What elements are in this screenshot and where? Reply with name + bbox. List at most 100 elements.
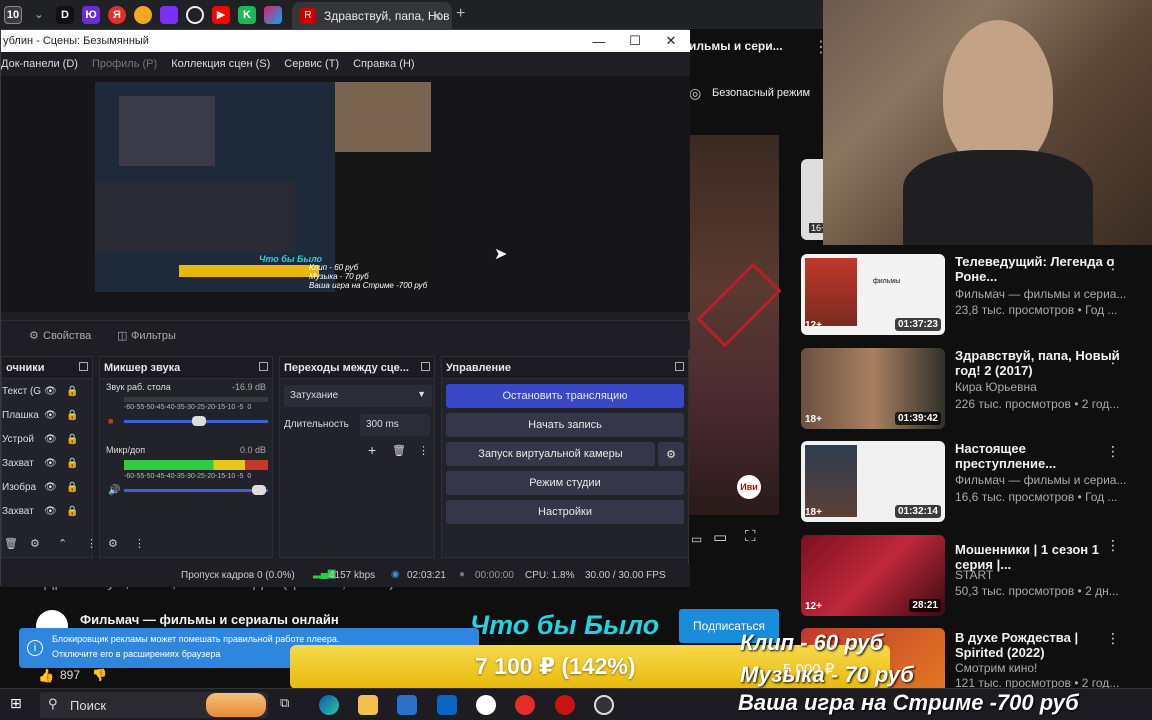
menu-scene-collection[interactable]: Коллекция сцен (S)	[171, 58, 270, 70]
virtual-camera-button[interactable]: Запуск виртуальной камеры	[446, 442, 655, 466]
more-vert-icon[interactable]: ⋮	[1106, 443, 1120, 460]
source-item[interactable]: Устрой 👁 🔒	[2, 427, 92, 451]
pinned-tab-circle[interactable]	[134, 5, 152, 24]
more-vert-icon[interactable]: ⋮	[86, 537, 97, 550]
new-tab-icon[interactable]: +	[456, 5, 465, 23]
lock-icon[interactable]: 🔒	[66, 458, 78, 469]
dislike-icon[interactable]: 👎	[92, 668, 107, 682]
eye-icon[interactable]: 👁	[44, 386, 57, 397]
lock-icon[interactable]: 🔒	[66, 434, 78, 445]
filters-button[interactable]: Фильтры	[131, 330, 176, 342]
obs-icon[interactable]	[594, 695, 614, 715]
gear-icon[interactable]: ⚙	[658, 442, 684, 466]
task-view-icon[interactable]: ⧉	[280, 695, 300, 715]
minimize-icon[interactable]: —	[581, 30, 617, 52]
pinned-tab-d[interactable]: D	[56, 5, 74, 24]
taskbar-search[interactable]: ⚲ Поиск	[40, 692, 268, 718]
source-item[interactable]: Захват 👁 🔒	[2, 451, 92, 475]
stop-stream-button[interactable]: Остановить трансляцию	[446, 384, 684, 408]
slider-handle[interactable]	[252, 485, 266, 495]
mixer-settings-icon[interactable]: ⚙	[108, 537, 118, 550]
pinned-tab-k[interactable]: K	[238, 5, 256, 24]
lock-icon[interactable]: 🔒	[66, 386, 78, 397]
source-item[interactable]: Плашка 👁 🔒	[2, 403, 92, 427]
maximize-icon[interactable]: ☐	[617, 30, 653, 52]
pinned-tab-purple[interactable]	[160, 5, 178, 24]
lock-icon[interactable]: 🔒	[66, 482, 78, 493]
chevron-up-icon[interactable]: ⌃	[58, 537, 67, 550]
menu-docks[interactable]: Док-панели (D)	[1, 58, 78, 70]
pinned-tab-clock[interactable]	[186, 5, 204, 24]
yandex-browser-icon[interactable]	[476, 695, 496, 715]
explorer-icon[interactable]	[358, 695, 378, 715]
more-vert-icon[interactable]: ⋮	[1106, 630, 1120, 647]
gear-icon[interactable]: ⚙	[30, 537, 40, 550]
video-player-fragment[interactable]: Иви	[689, 135, 782, 515]
more-vert-icon[interactable]: ⋮	[1106, 537, 1120, 554]
safe-mode-label[interactable]: Безопасный режим	[712, 87, 810, 99]
channel-2-volume-slider[interactable]	[124, 489, 268, 492]
youtube-icon[interactable]: ▶	[212, 5, 230, 24]
obs-preview[interactable]: Что бы Было Клип - 60 руб Музыка - 70 ру…	[1, 76, 690, 312]
miniplayer-icon[interactable]: ▭	[691, 532, 702, 546]
source-item[interactable]: Текст (G 👁 🔒	[2, 379, 92, 403]
transition-select[interactable]: Затухание ▼	[284, 385, 432, 407]
pv-bar	[179, 265, 319, 277]
rec-video[interactable]: 18+ 01:39:42 Здравствуй, папа, Новый год…	[801, 348, 1152, 432]
menu-profile[interactable]: Профиль (P)	[92, 58, 157, 70]
rec-video[interactable]: 12+ 28:21 Мошенники | 1 сезон 1 серия |.…	[801, 535, 1152, 619]
opera-icon[interactable]	[555, 695, 575, 715]
channel-name[interactable]: Фильмач — фильмы и сериалы онлайн	[80, 612, 339, 627]
active-tab[interactable]: R Здравствуй, папа, Нов ✕	[292, 2, 452, 29]
pinned-tab-yu[interactable]: Ю	[82, 5, 100, 24]
rec-video[interactable]: фильмы 12+ 01:37:23 Телеведущий: Легенда…	[801, 254, 1152, 338]
source-item[interactable]: Изобра 👁 🔒	[2, 475, 92, 499]
properties-button[interactable]: Свойства	[43, 330, 91, 342]
lock-icon[interactable]: 🔒	[66, 410, 78, 421]
check-circle-icon: ◎	[689, 85, 702, 101]
duration-input[interactable]: 300 ms	[360, 414, 430, 436]
more-vert-icon[interactable]: ⋮	[134, 537, 145, 550]
menu-tools[interactable]: Сервис (T)	[284, 58, 339, 70]
dock-float-icon[interactable]	[675, 362, 684, 371]
lock-icon[interactable]: 🔒	[66, 506, 78, 517]
theater-mode-icon[interactable]: ▭	[713, 528, 727, 546]
start-record-button[interactable]: Начать запись	[446, 413, 684, 437]
pinned-tab-ya[interactable]: Я	[108, 5, 126, 24]
more-vert-icon[interactable]: ⋮	[1106, 350, 1120, 367]
close-icon[interactable]: ✕	[653, 30, 689, 52]
dock-float-icon[interactable]	[259, 362, 268, 371]
dock-float-icon[interactable]	[79, 362, 88, 371]
mute-icon[interactable]: ■	[108, 416, 113, 426]
slider-handle[interactable]	[192, 416, 206, 426]
more-vert-icon[interactable]: ⋮	[418, 444, 429, 457]
rec-video[interactable]: 18+ 01:32:14 Настоящее преступление... Ф…	[801, 441, 1152, 525]
yandex-icon[interactable]	[515, 695, 535, 715]
eye-icon[interactable]: 👁	[44, 434, 57, 445]
chevron-down-icon[interactable]: ⌄	[30, 6, 48, 24]
first-video-thumb[interactable]: 16+	[801, 159, 829, 240]
edge-icon[interactable]	[319, 695, 339, 715]
windows-start-icon[interactable]: ⊞	[10, 695, 30, 715]
close-tab-icon[interactable]: ✕	[432, 9, 442, 23]
store-icon[interactable]	[397, 695, 417, 715]
eye-icon[interactable]: 👁	[44, 506, 57, 517]
speaker-icon[interactable]: 🔊	[108, 485, 120, 496]
menu-help[interactable]: Справка (H)	[353, 58, 414, 70]
trash-icon[interactable]: 🗑	[392, 444, 406, 457]
settings-button[interactable]: Настройки	[446, 500, 684, 524]
more-vert-icon[interactable]: ⋮	[1106, 256, 1120, 273]
eye-icon[interactable]: 👁	[44, 482, 57, 493]
outlook-icon[interactable]	[437, 695, 457, 715]
fullscreen-icon[interactable]: ⛶	[745, 528, 756, 545]
studio-mode-button[interactable]: Режим студии	[446, 471, 684, 495]
eye-icon[interactable]: 👁	[44, 410, 57, 421]
trash-icon[interactable]: 🗑	[4, 537, 18, 550]
eye-icon[interactable]: 👁	[44, 458, 57, 469]
source-item[interactable]: Захват 👁 🔒	[2, 499, 92, 523]
like-icon[interactable]: 👍	[38, 668, 54, 684]
dock-float-icon[interactable]	[421, 362, 430, 371]
tab-counter[interactable]: 10	[4, 5, 22, 24]
add-icon[interactable]: +	[368, 442, 376, 458]
pinned-tab-multi[interactable]	[264, 5, 282, 24]
